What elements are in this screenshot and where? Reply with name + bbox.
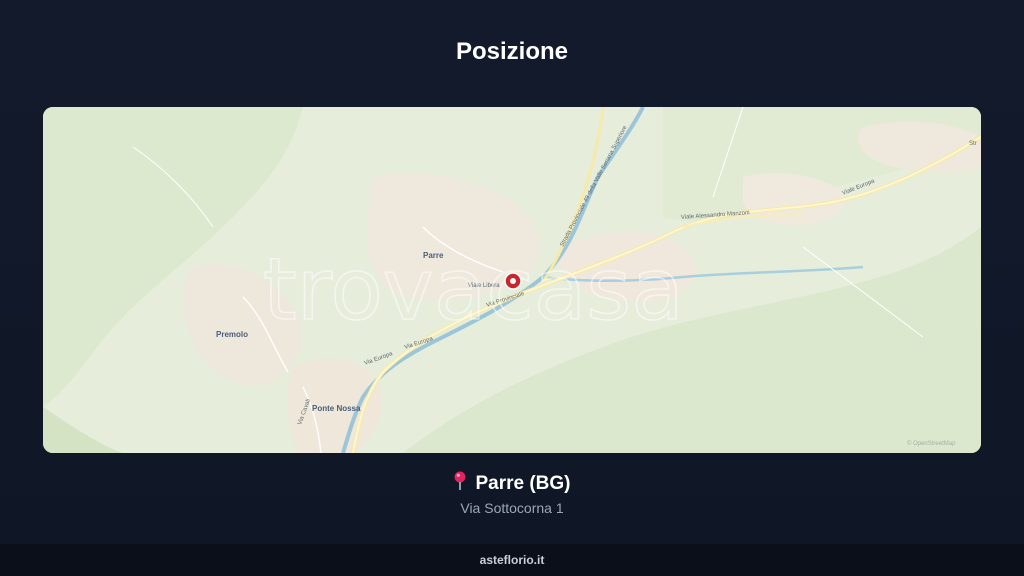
page: Posizione Parre Premolo Ponte Nossa Vial… xyxy=(0,0,1024,576)
footer-brand[interactable]: asteflorio.it xyxy=(0,544,1024,576)
place-label-premolo: Premolo xyxy=(216,330,248,339)
location-name-row: Parre (BG) xyxy=(0,471,1024,497)
place-label-ponte-nossa: Ponte Nossa xyxy=(312,404,361,413)
pin-icon xyxy=(453,471,467,497)
location-marker-icon[interactable] xyxy=(504,272,522,290)
map-attribution[interactable]: © OpenStreetMap xyxy=(907,440,956,447)
road-label-str: Str xyxy=(969,141,977,147)
map-view[interactable]: Parre Premolo Ponte Nossa Viale Libera V… xyxy=(43,107,981,453)
watermark-text: trovacasa xyxy=(263,240,684,340)
location-name: Parre (BG) xyxy=(475,473,571,494)
map-canvas[interactable]: Parre Premolo Ponte Nossa Viale Libera V… xyxy=(43,107,981,453)
page-title: Posizione xyxy=(455,38,569,65)
location-address: Via Sottocorna 1 xyxy=(460,500,564,516)
